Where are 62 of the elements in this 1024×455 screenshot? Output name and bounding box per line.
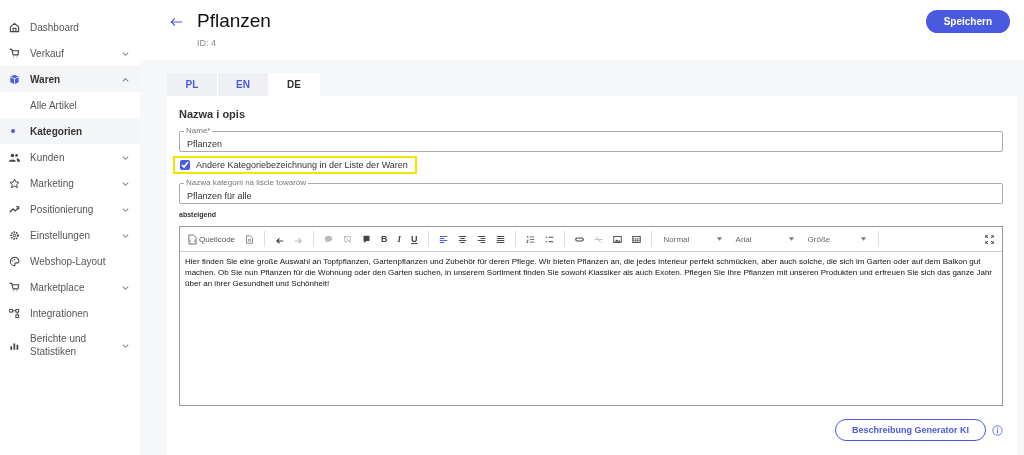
table-icon[interactable] [631, 234, 641, 244]
align-icon[interactable] [495, 234, 505, 244]
comment-icon[interactable] [362, 234, 372, 244]
back-arrow-icon[interactable] [170, 17, 183, 27]
preview-icon[interactable] [245, 234, 255, 244]
nav-item[interactable]: Dashboard [0, 14, 140, 40]
nav-item[interactable]: Berichte und Statistiken [0, 326, 140, 364]
bullet-icon [11, 129, 15, 133]
page-subtitle: ID: 4 [197, 38, 217, 48]
field-label: Name* [184, 126, 213, 135]
nav-item[interactable]: Waren [0, 66, 140, 92]
source-code-button[interactable]: Quellcode [186, 233, 238, 245]
nav-item[interactable]: Integrationen [0, 300, 140, 326]
file-code-icon [188, 233, 197, 245]
info-icon[interactable] [992, 424, 1003, 436]
align-icon[interactable] [476, 234, 486, 244]
field-label: Nazwa kategorii na liście towarów [184, 178, 309, 187]
nav-subitem[interactable]: Alle Artikel [0, 92, 140, 118]
checkbox-label: Andere Kategoriebezeichnung in der Liste der Waren [196, 160, 408, 170]
palette-icon [9, 255, 20, 267]
format-dropdown[interactable]: Normal [659, 234, 726, 244]
generator-button[interactable]: Beschreibung Generator KI [834, 419, 986, 441]
fullscreen-icon[interactable] [985, 234, 994, 244]
image-icon[interactable] [612, 234, 622, 244]
bold-button[interactable]: B [381, 234, 388, 244]
language-tab[interactable]: EN [218, 73, 269, 96]
caret-icon [716, 237, 722, 241]
checkbox[interactable] [180, 160, 190, 170]
nav-item[interactable]: Marketplace [0, 274, 140, 300]
star-icon [9, 177, 20, 189]
cart-icon [9, 281, 20, 293]
language-tab[interactable]: DE [269, 73, 320, 96]
format-dropdown[interactable]: Arial [731, 234, 798, 244]
bullet-list-icon[interactable] [544, 234, 554, 244]
nav-item[interactable]: Einstellungen [0, 222, 140, 248]
box-icon [9, 73, 20, 85]
page-title: Pflanzen [197, 10, 272, 32]
caret-icon [860, 237, 866, 241]
home-icon [9, 21, 20, 33]
nav-item[interactable]: Kunden [0, 144, 140, 170]
nodes-icon [9, 307, 20, 319]
nav-item[interactable]: Marketing [0, 170, 140, 196]
settings-icon [9, 229, 20, 241]
caret-icon [788, 237, 794, 241]
editor-text[interactable]: Hier finden Sie eine große Auswahl an Topfpflanzen, Gartenpflanzen und Zubehör für deren Pflege. Wir bieten Pflanzen an, die jedes Interieur perfekt schmücken, aber auch solche, die sich im Garten oder auf dem Balkon gut machen. Ob Sie nun Pflanzen für die Wohnung oder den Garten suchen, in unserem Sortiment finden Sie sowohl Klassiker als auch Exoten. Pflegen Sie Ihre Pflanzen mit unseren Produkten und erfreuen Sie sich das ganze Jahr über an ihrer Gesundheit und Schönheit! [180, 252, 1002, 405]
nav-subitem[interactable]: Kategorien [0, 118, 140, 144]
trend-icon [9, 203, 20, 215]
nav-item[interactable]: Positionierung [0, 196, 140, 222]
save-button[interactable]: Speichern [925, 10, 1010, 33]
section-title: Nazwa i opis [179, 108, 247, 120]
link-icon[interactable] [574, 234, 584, 244]
nav-item[interactable]: Webshop-Layout [0, 248, 140, 274]
numbered-list-icon[interactable] [525, 234, 535, 244]
format-dropdown[interactable]: Größe [803, 234, 870, 244]
cart-icon [9, 47, 20, 59]
language-tab[interactable]: PL [167, 73, 218, 96]
italic-button[interactable]: I [397, 234, 402, 244]
people-icon [9, 151, 20, 163]
underline-button[interactable]: U [411, 234, 418, 244]
nav-item[interactable]: Verkauf [0, 40, 140, 66]
align-icon[interactable] [438, 234, 448, 244]
align-icon[interactable] [457, 234, 467, 244]
